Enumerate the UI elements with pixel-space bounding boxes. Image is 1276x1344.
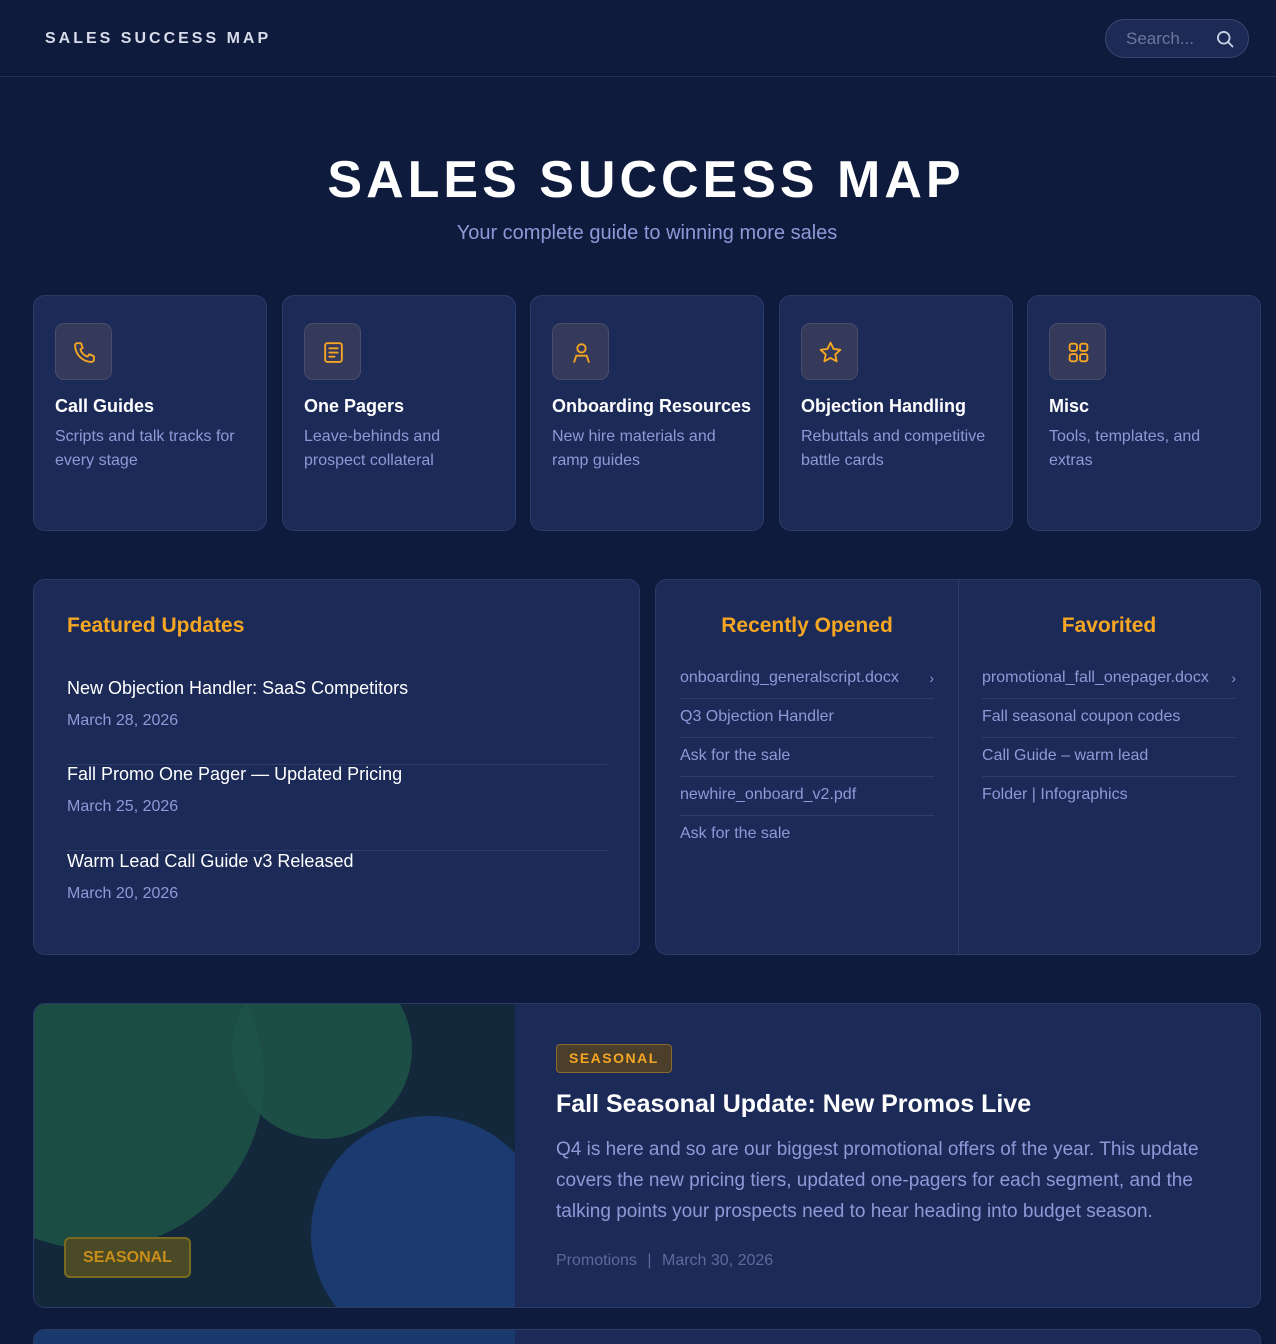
- category-card-onboarding[interactable]: Onboarding Resources New hire materials …: [530, 295, 764, 531]
- category-description: Leave-behinds and prospect collateral: [304, 428, 441, 469]
- category-card-misc[interactable]: Misc Tools, templates, and extras: [1027, 295, 1261, 531]
- favorite-item-label[interactable]: Folder | Infographics: [982, 786, 1128, 803]
- promo-meta: Promotions | March 30, 2026: [556, 1252, 773, 1270]
- featured-item-date: March 20, 2026: [67, 885, 179, 902]
- favorite-item[interactable]: Call Guide – warm lead: [982, 738, 1236, 777]
- phone-icon: [74, 342, 95, 363]
- seasonal-tag: SEASONAL: [556, 1044, 672, 1073]
- recent-item-label[interactable]: Q3 Objection Handler: [680, 708, 834, 725]
- category-description: Tools, templates, and extras: [1049, 428, 1201, 469]
- promo-category: Promotions: [556, 1252, 637, 1269]
- quick-lists-panel: Recently Opened onboarding_generalscript…: [655, 579, 1261, 955]
- recently-opened-title: Recently Opened: [721, 614, 893, 637]
- hero-title: SALES SUCCESS MAP: [327, 151, 965, 209]
- favorite-item[interactable]: Folder | Infographics: [982, 777, 1236, 816]
- category-title: Objection Handling: [801, 396, 966, 416]
- recent-item-label[interactable]: Ask for the sale: [680, 825, 790, 842]
- next-promo-card[interactable]: [33, 1329, 1261, 1344]
- featured-item-date: March 25, 2026: [67, 798, 179, 815]
- recent-item[interactable]: Ask for the sale: [680, 816, 934, 855]
- recent-item[interactable]: Ask for the sale: [680, 738, 934, 777]
- promo-date: March 30, 2026: [661, 1252, 774, 1269]
- featured-item[interactable]: Fall Promo One Pager — Updated Pricing M…: [67, 764, 607, 851]
- favorited-title: Favorited: [1061, 614, 1157, 637]
- favorite-item[interactable]: promotional_fall_onepager.docx ›: [982, 660, 1236, 699]
- featured-item[interactable]: New Objection Handler: SaaS Competitors …: [67, 678, 607, 765]
- category-title: Misc: [1049, 396, 1090, 416]
- chevron-right-icon: ›: [929, 670, 934, 686]
- promo-image: SEASONAL: [34, 1004, 515, 1307]
- recent-item[interactable]: newhire_onboard_v2.pdf: [680, 777, 934, 816]
- icon-box: [1049, 323, 1106, 380]
- promo-title[interactable]: Fall Seasonal Update: New Promos Live: [556, 1090, 1031, 1119]
- category-description: Scripts and talk tracks for every stage: [55, 428, 235, 469]
- recent-item[interactable]: Q3 Objection Handler: [680, 699, 934, 738]
- search-input[interactable]: [1126, 28, 1206, 50]
- favorite-item-label[interactable]: promotional_fall_onepager.docx: [982, 669, 1209, 686]
- document-icon: [324, 342, 343, 363]
- recent-item-label[interactable]: onboarding_generalscript.docx: [680, 669, 899, 686]
- favorite-item-label[interactable]: Call Guide – warm lead: [982, 747, 1148, 764]
- favorite-item[interactable]: Fall seasonal coupon codes: [982, 699, 1236, 738]
- meta-separator: |: [647, 1252, 652, 1269]
- user-icon: [573, 343, 590, 363]
- icon-box: [55, 323, 112, 380]
- category-title: One Pagers: [304, 396, 405, 416]
- featured-title: Featured Updates: [67, 614, 245, 637]
- promo-card[interactable]: SEASONAL SEASONAL Fall Seasonal Update: …: [33, 1003, 1261, 1308]
- category-description: New hire materials and ramp guides: [552, 428, 716, 469]
- favorite-item-label[interactable]: Fall seasonal coupon codes: [982, 708, 1180, 725]
- top-bar: SALES SUCCESS MAP: [0, 0, 1276, 77]
- icon-box: [801, 323, 858, 380]
- icon-box: [552, 323, 609, 380]
- search-box[interactable]: [1105, 19, 1249, 58]
- category-card-one-pagers[interactable]: One Pagers Leave-behinds and prospect co…: [282, 295, 516, 531]
- column-divider: [958, 580, 959, 954]
- recent-item-label[interactable]: Ask for the sale: [680, 747, 790, 764]
- category-description: Rebuttals and competitive battle cards: [801, 428, 986, 469]
- category-title: Onboarding Resources: [552, 396, 752, 416]
- icon-box: [304, 323, 361, 380]
- next-promo-image: [34, 1330, 515, 1344]
- hero-subtitle: Your complete guide to winning more sale…: [456, 222, 838, 244]
- promo-body: Q4 is here and so are our biggest promot…: [556, 1139, 1199, 1222]
- featured-updates-panel: Featured Updates New Objection Handler: …: [33, 579, 640, 955]
- category-title: Call Guides: [55, 396, 155, 416]
- brand-logo[interactable]: SALES SUCCESS MAP: [45, 30, 271, 48]
- image-seasonal-badge: SEASONAL: [64, 1237, 191, 1278]
- recent-item-label[interactable]: newhire_onboard_v2.pdf: [680, 786, 856, 803]
- featured-item-date: March 28, 2026: [67, 712, 179, 729]
- featured-item[interactable]: Warm Lead Call Guide v3 Released March 2…: [67, 851, 607, 938]
- chevron-right-icon: ›: [1231, 670, 1236, 686]
- category-card-objection-handling[interactable]: Objection Handling Rebuttals and competi…: [779, 295, 1013, 531]
- search-icon[interactable]: [1215, 29, 1235, 49]
- star-icon: [819, 341, 842, 363]
- recent-item[interactable]: onboarding_generalscript.docx ›: [680, 660, 934, 699]
- featured-item-title[interactable]: New Objection Handler: SaaS Competitors: [67, 678, 408, 699]
- featured-item-title[interactable]: Fall Promo One Pager — Updated Pricing: [67, 764, 402, 785]
- category-card-call-guides[interactable]: Call Guides Scripts and talk tracks for …: [33, 295, 267, 531]
- grid-icon: [1068, 342, 1089, 363]
- featured-item-title[interactable]: Warm Lead Call Guide v3 Released: [67, 851, 353, 872]
